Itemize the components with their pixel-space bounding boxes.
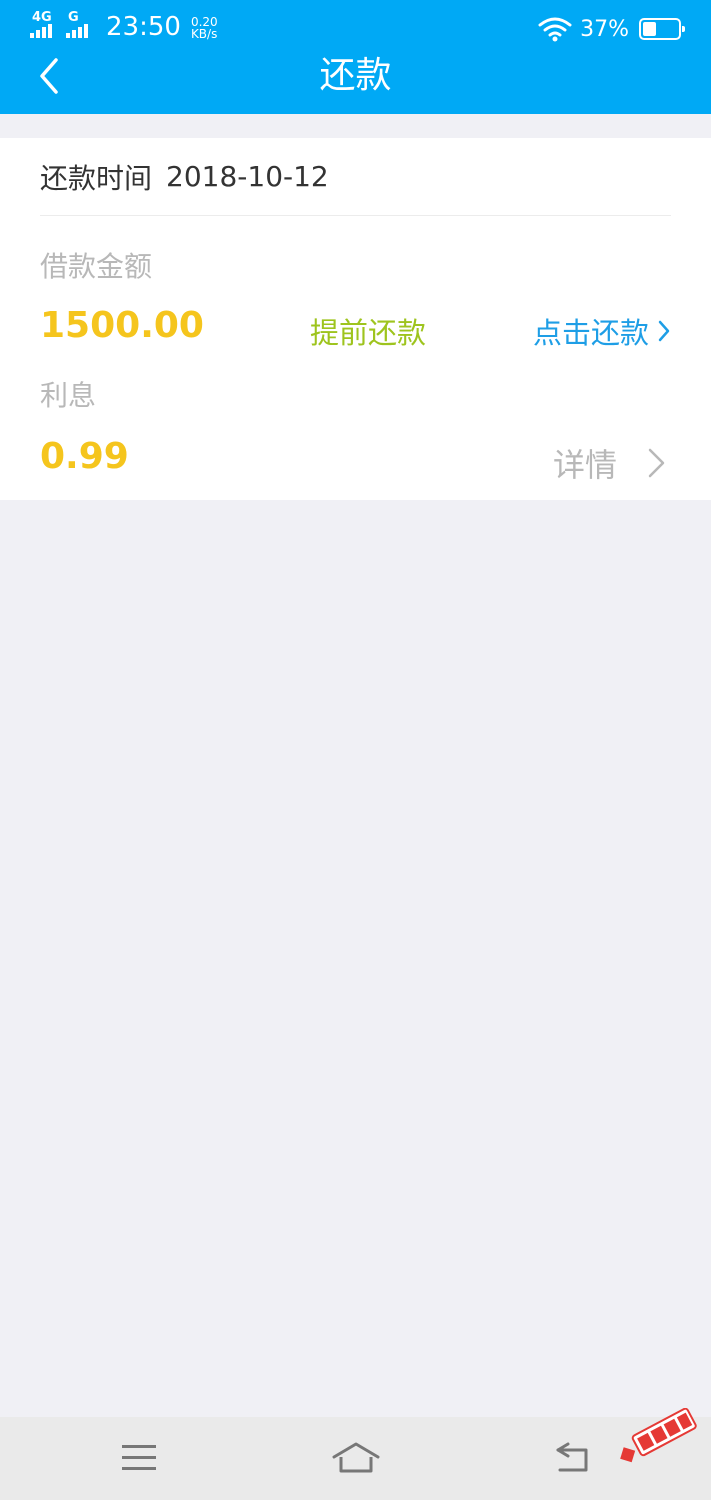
repayment-date-value: 2018-10-12 (166, 160, 329, 193)
wifi-icon (538, 17, 572, 42)
signal-g-icon: G (66, 10, 98, 42)
early-repay-button[interactable]: 提前还款 (310, 310, 426, 352)
battery-fill (643, 22, 656, 36)
network-speed: 0.20 KB/s (191, 16, 218, 40)
status-bar: 4G G 23:50 0.20 KB/s 37% (0, 0, 711, 58)
repayment-date-row: 还款时间 2018-10-12 (40, 138, 671, 216)
interest-value: 0.99 (40, 436, 129, 477)
signal-4g-icon: 4G (30, 10, 62, 42)
loan-amount-value: 1500.00 (40, 305, 204, 346)
loan-amount-label: 借款金额 (40, 250, 153, 283)
detail-button[interactable]: 详情 (553, 440, 671, 486)
chevron-right-icon (648, 448, 665, 478)
home-icon[interactable] (332, 1441, 380, 1475)
status-time: 23:50 (106, 12, 181, 42)
repayment-date-label: 还款时间 (40, 161, 153, 195)
click-repay-label: 点击还款 (532, 316, 649, 350)
repayment-card: 还款时间 2018-10-12 借款金额 1500.00 提前还款 点击还款 利… (0, 138, 711, 500)
detail-label: 详情 (552, 446, 617, 484)
click-repay-button[interactable]: 点击还款 (533, 310, 671, 352)
battery-icon (639, 18, 685, 40)
network-speed-unit: KB/s (190, 27, 218, 41)
back-icon[interactable] (554, 1441, 592, 1475)
battery-percent: 37% (580, 16, 629, 42)
page-title: 还款 (319, 55, 392, 96)
watermark-logo (620, 1408, 697, 1463)
menu-icon[interactable] (120, 1441, 158, 1475)
status-right: 37% (538, 12, 685, 46)
app-header: 4G G 23:50 0.20 KB/s 37% 还款 (0, 0, 711, 114)
network-type-label-2: G (68, 10, 79, 25)
status-left: 4G G 23:50 0.20 KB/s (30, 10, 218, 42)
chevron-right-icon (658, 320, 670, 342)
network-type-label: 4G (32, 10, 52, 25)
interest-label: 利息 (40, 379, 97, 412)
system-nav-bar (0, 1417, 711, 1500)
